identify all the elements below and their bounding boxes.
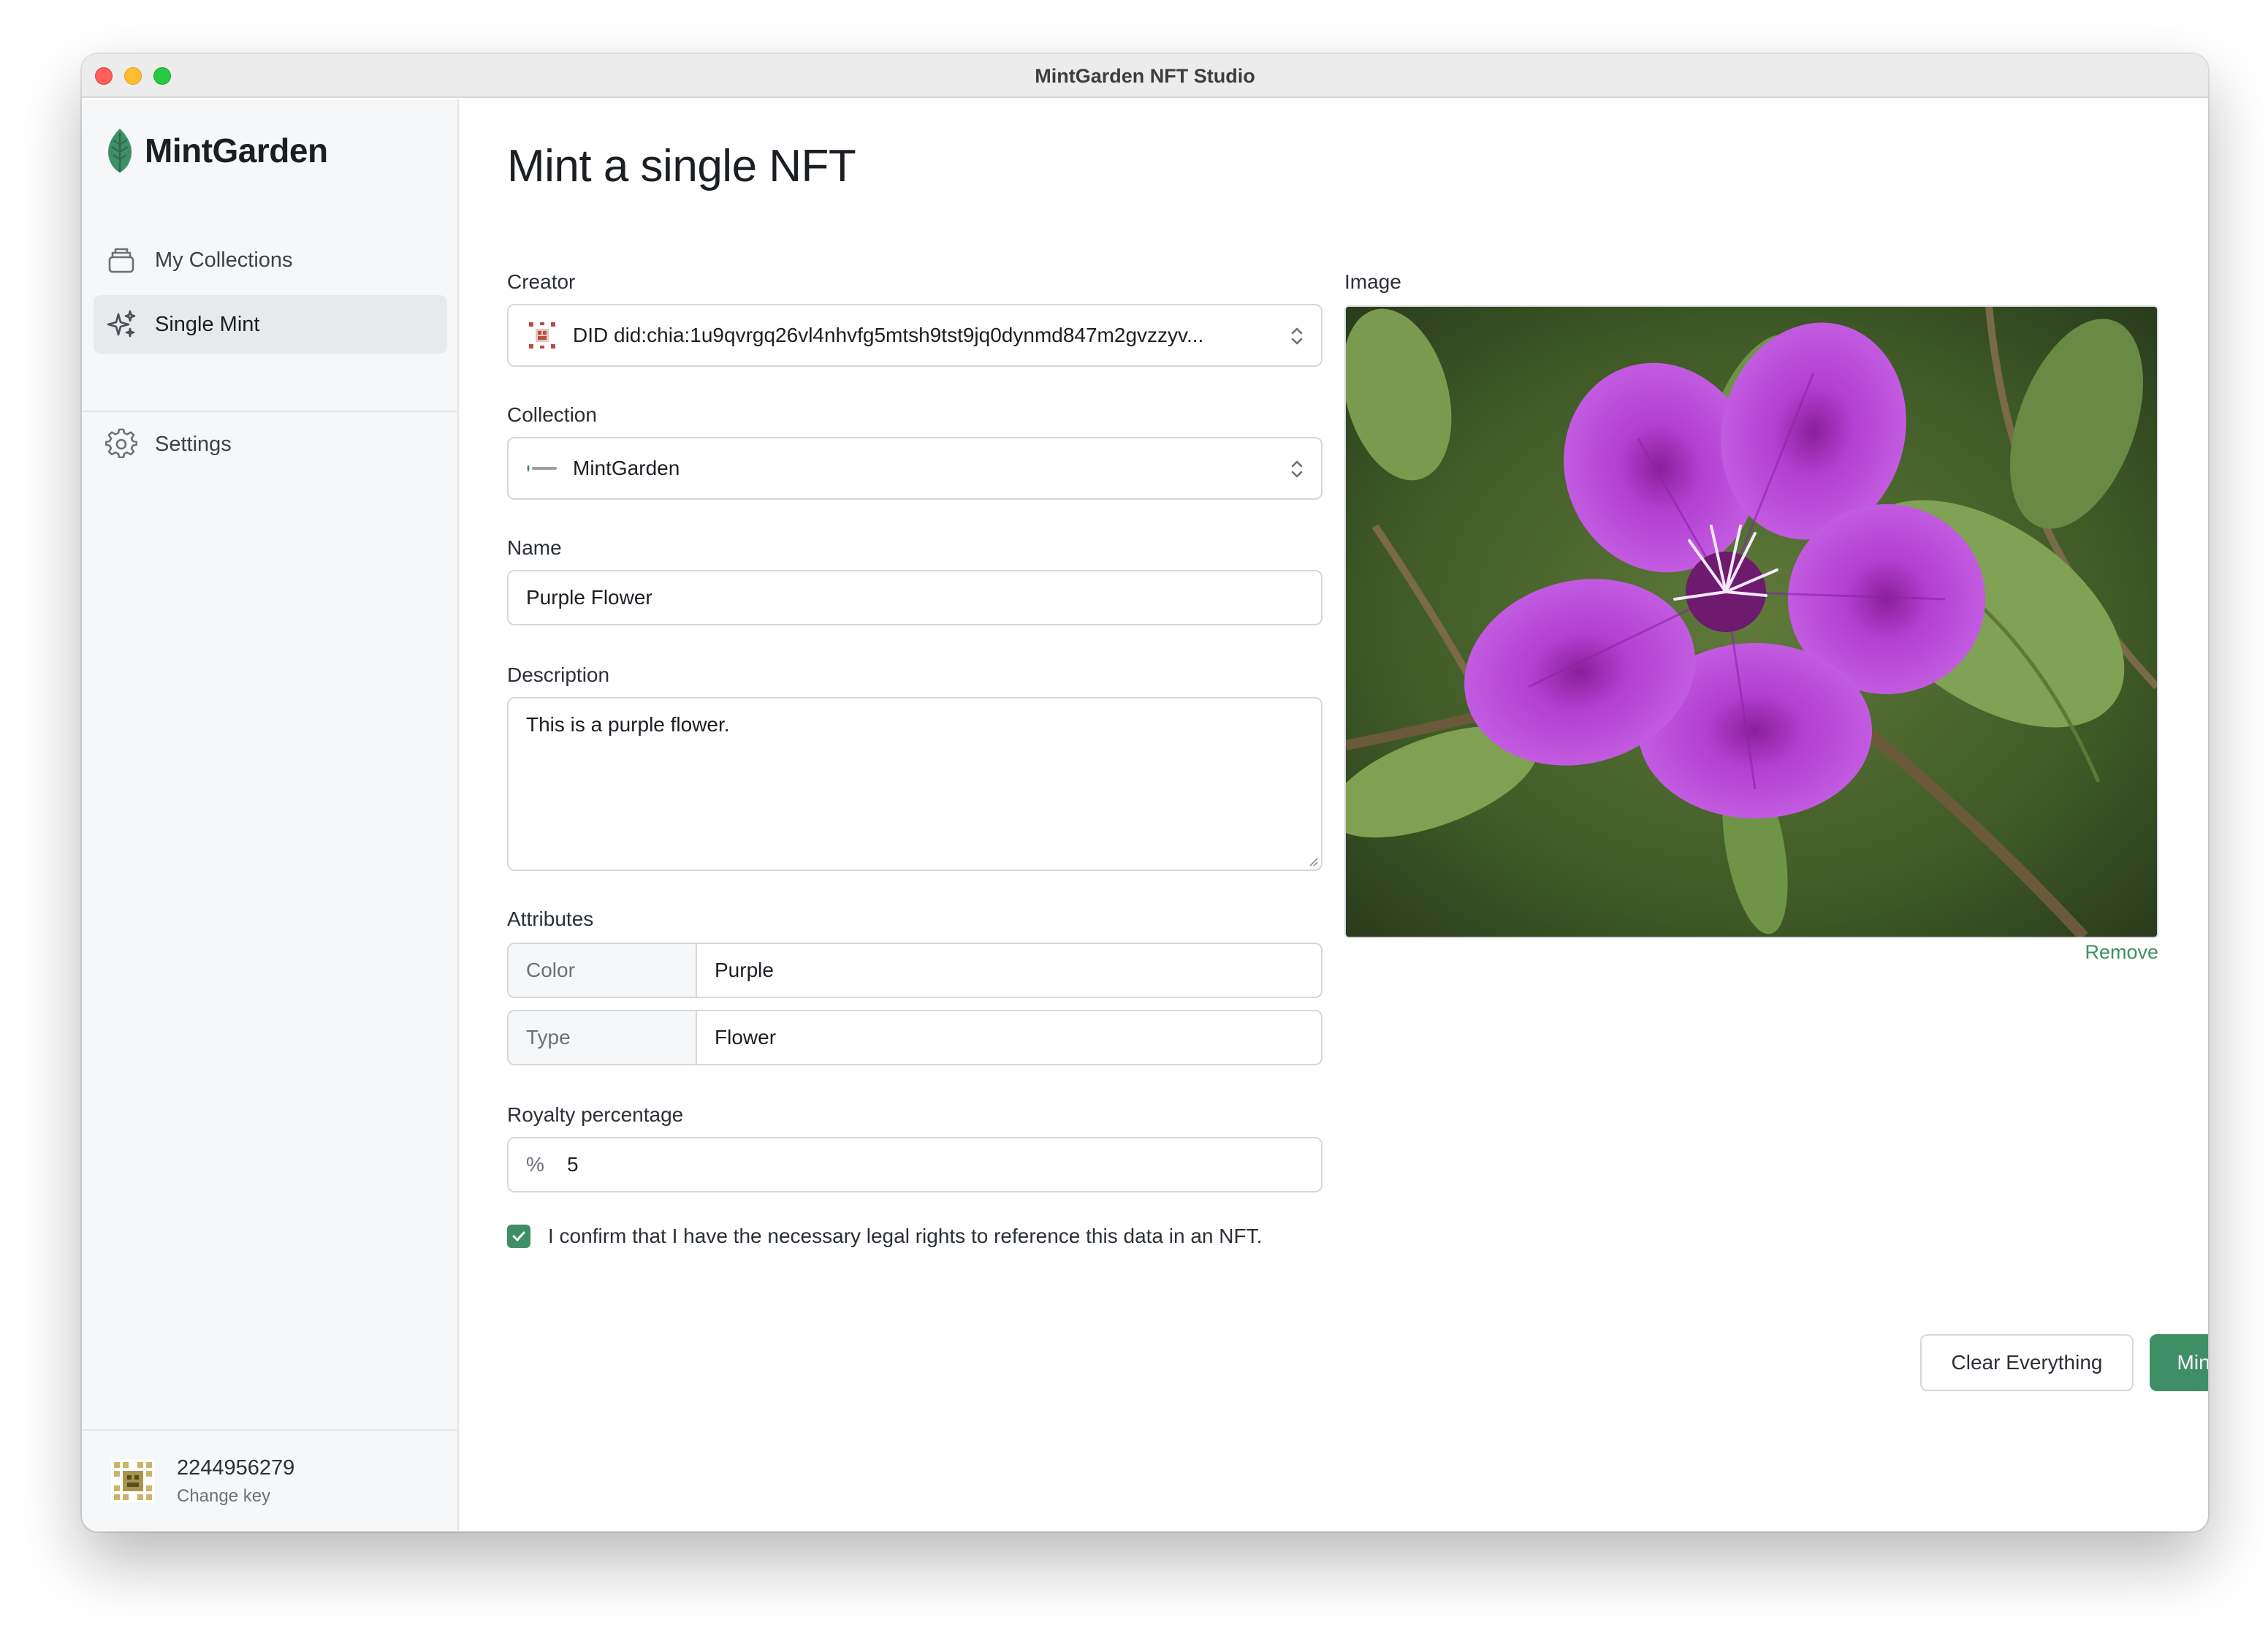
royalty-value: 5 xyxy=(567,1153,579,1176)
sidebar-item-my-collections[interactable]: My Collections xyxy=(94,231,447,289)
percent-prefix: % xyxy=(526,1153,544,1176)
nft-image-preview[interactable] xyxy=(1344,305,2158,938)
sparkles-icon xyxy=(105,308,137,340)
chevron-up-down-icon xyxy=(1291,327,1303,345)
change-key-link[interactable]: Change key xyxy=(177,1486,294,1507)
resize-handle-icon[interactable] xyxy=(1306,855,1318,867)
attributes-label: Attributes xyxy=(507,907,594,930)
gear-icon xyxy=(105,428,137,460)
attribute-key-input[interactable]: Type xyxy=(509,1011,697,1064)
sidebar-item-single-mint[interactable]: Single Mint xyxy=(94,295,447,354)
window-title: MintGarden NFT Studio xyxy=(1035,65,1255,87)
account-key: 2244956279 xyxy=(177,1455,295,1480)
title-bar: MintGarden NFT Studio xyxy=(82,54,2208,98)
brand-name: MintGarden xyxy=(145,132,328,170)
remove-image-link[interactable]: Remove xyxy=(2068,941,2158,964)
attribute-value-input[interactable]: Purple xyxy=(697,944,1321,997)
did-avatar-icon xyxy=(526,319,558,351)
sidebar-item-settings[interactable]: Settings xyxy=(94,415,447,473)
brand-logo[interactable]: MintGarden xyxy=(104,127,328,174)
checkmark-icon xyxy=(512,1231,525,1241)
creator-select[interactable]: DID did:chia:1u9qvrgq26vl4nhvfg5mtsh9tst… xyxy=(507,304,1323,367)
name-label: Name xyxy=(507,536,562,559)
collection-stack-icon xyxy=(105,244,137,276)
collection-logo-icon xyxy=(526,452,558,484)
attribute-key-input[interactable]: Color xyxy=(509,944,697,997)
page-title: Mint a single NFT xyxy=(507,141,856,191)
sidebar-item-label: Settings xyxy=(155,432,232,456)
clear-everything-button[interactable]: Clear Everything xyxy=(1920,1334,2134,1391)
description-textarea[interactable]: This is a purple flower. xyxy=(507,697,1323,871)
main-content: Mint a single NFT Creator DID did:chia:1… xyxy=(460,99,2208,1531)
description-value: This is a purple flower. xyxy=(526,713,730,736)
chevron-up-down-icon xyxy=(1291,460,1303,478)
sidebar-item-label: Single Mint xyxy=(155,312,260,336)
creator-label: Creator xyxy=(507,270,576,293)
legal-confirm: I confirm that I have the necessary lega… xyxy=(507,1225,1262,1248)
attribute-row: Type Flower xyxy=(507,1010,1323,1065)
description-label: Description xyxy=(507,663,610,686)
attribute-row: Color Purple xyxy=(507,943,1323,998)
attribute-value-input[interactable]: Flower xyxy=(697,1011,1321,1064)
image-label: Image xyxy=(1344,270,1401,293)
collection-select[interactable]: MintGarden xyxy=(507,437,1323,500)
purple-flower-image xyxy=(1346,307,2157,937)
account-panel[interactable]: 2244956279 Change key xyxy=(82,1429,457,1531)
leaf-logo-icon xyxy=(108,129,132,172)
app-window: MintGarden NFT Studio MintGarden My Coll… xyxy=(82,54,2208,1531)
name-input[interactable]: Purple Flower xyxy=(507,570,1323,625)
mint-button[interactable]: Mint xyxy=(2150,1334,2208,1391)
sidebar: MintGarden My Collections Single Mint Se… xyxy=(82,99,459,1531)
account-avatar-icon xyxy=(111,1459,155,1503)
royalty-label: Royalty percentage xyxy=(507,1103,684,1126)
sidebar-divider xyxy=(82,411,457,412)
sidebar-item-label: My Collections xyxy=(155,248,293,272)
royalty-input[interactable]: % 5 xyxy=(507,1137,1323,1192)
legal-confirm-checkbox[interactable] xyxy=(507,1225,530,1248)
collection-value: MintGarden xyxy=(573,457,680,479)
legal-confirm-text: I confirm that I have the necessary lega… xyxy=(548,1225,1263,1247)
collection-label: Collection xyxy=(507,403,597,426)
creator-value: DID did:chia:1u9qvrgq26vl4nhvfg5mtsh9tst… xyxy=(573,324,1204,346)
